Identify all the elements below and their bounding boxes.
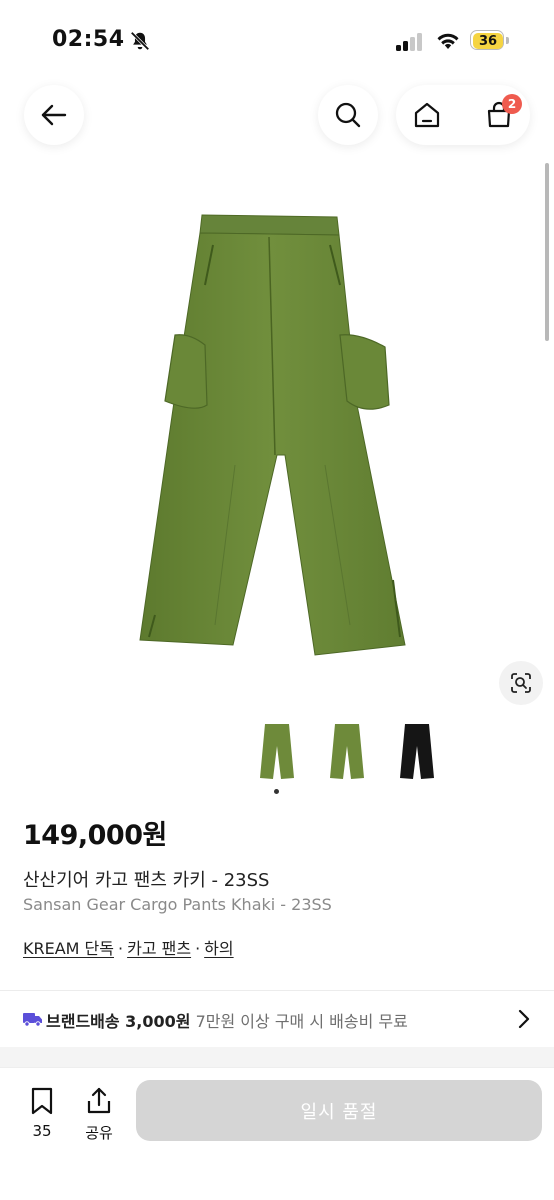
bottom-action-bar: 35 공유 일시 품절 [0,1067,554,1200]
shipping-info-row[interactable]: 브랜드배송 3,000원 7만원 이상 구매 시 배송비 무료 [0,991,554,1047]
bell-slash-icon [130,31,150,51]
cellular-signal-icon [396,33,422,51]
battery-level: 36 [473,33,503,49]
chevron-right-icon [518,1009,530,1029]
tag-bottoms[interactable]: 하의 [204,939,233,958]
lens-scan-icon [511,673,531,693]
thumbnail-black[interactable] [397,720,437,782]
sold-out-button[interactable]: 일시 품절 [136,1080,542,1141]
product-title-english: Sansan Gear Cargo Pants Khaki - 23SS [23,895,332,914]
battery-icon: 36 [470,30,510,52]
wifi-icon [437,33,459,49]
thumbnail-khaki-back[interactable] [327,720,367,782]
search-icon [335,102,361,128]
bookmark-icon [31,1087,53,1115]
shipping-label: 브랜드배송 3,000원 [46,1012,191,1031]
bookmark-button[interactable]: 35 [22,1086,62,1140]
product-price: 149,000원 [23,820,167,851]
truck-icon [23,1013,42,1027]
home-button[interactable] [396,85,458,145]
shipping-description: 7만원 이상 구매 시 배송비 무료 [195,1012,408,1031]
section-separator [0,1047,554,1067]
cart-count-badge: 2 [502,94,522,114]
search-button[interactable] [318,85,378,145]
scrollbar[interactable] [545,163,549,341]
product-image[interactable] [135,205,420,665]
tag-separator: · [118,939,124,958]
share-label: 공유 [85,1124,113,1142]
home-icon [414,102,440,128]
share-icon [87,1087,111,1114]
tag-kream-exclusive[interactable]: KREAM 단독 [23,939,114,958]
status-time: 02:54 [52,27,125,52]
product-tags: KREAM 단독 · 카고 팬츠 · 하의 [23,935,234,959]
arrow-left-icon [41,104,67,126]
share-button[interactable]: 공유 [78,1086,120,1142]
tag-separator: · [195,939,201,958]
thumbnail-khaki-front[interactable] [257,720,297,782]
product-title-korean: 산산기어 카고 팬츠 카키 - 23SS [23,870,270,891]
pager-indicator [274,789,279,794]
cart-button[interactable]: 2 [468,85,530,145]
bookmark-count: 35 [32,1122,52,1140]
back-button[interactable] [24,85,84,145]
home-cart-group: 2 [396,85,530,145]
image-search-button[interactable] [499,661,543,705]
tag-cargo-pants[interactable]: 카고 팬츠 [127,939,191,958]
